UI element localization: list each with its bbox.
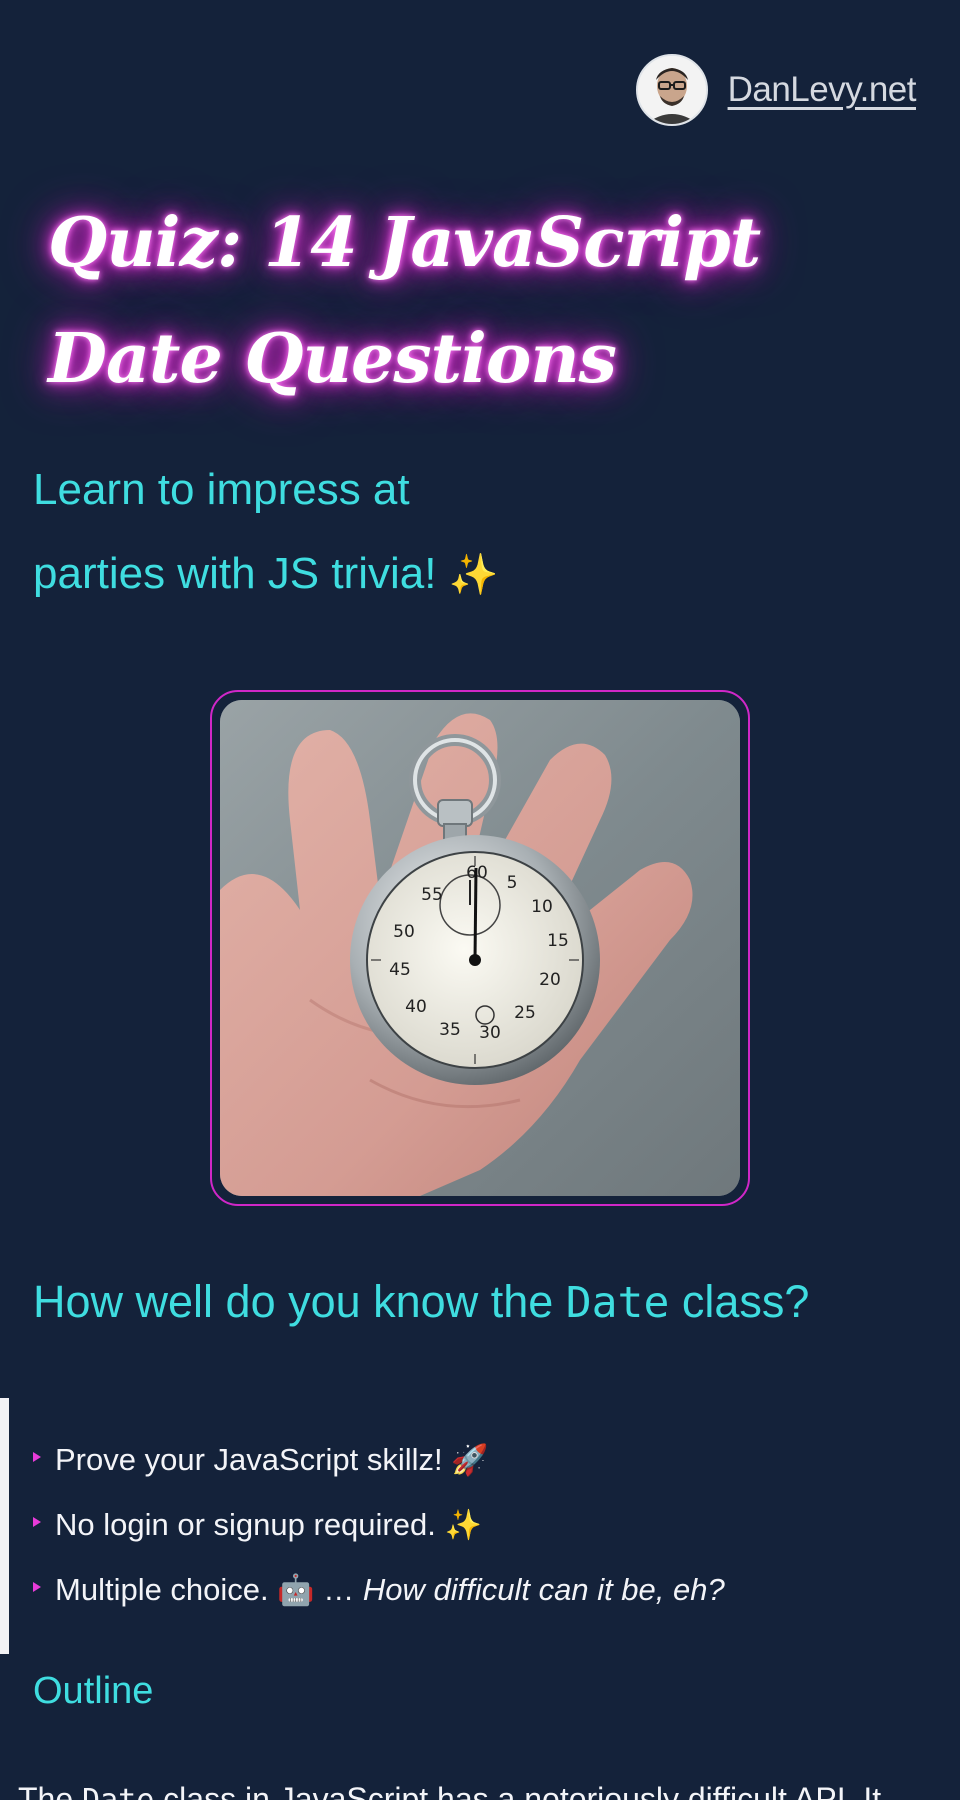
- title-line-2: Date Questions: [48, 319, 617, 399]
- heading-text-before: How well do you know the: [33, 1276, 566, 1327]
- dial-number: 25: [514, 1003, 536, 1023]
- intro-text-after: class in JavaScript has a notoriously di…: [154, 1781, 882, 1800]
- rocket-icon: 🚀: [451, 1443, 489, 1478]
- page-subtitle: Learn to impress at parties with JS triv…: [33, 448, 653, 617]
- list-item: Prove your JavaScript skillz! 🚀: [33, 1440, 900, 1481]
- dial-number: 55: [421, 885, 443, 905]
- list-item-text: Multiple choice.: [55, 1572, 269, 1607]
- list-item-text: Prove your JavaScript skillz!: [55, 1442, 443, 1477]
- dial-number: 10: [531, 897, 553, 917]
- intro-code: Date: [82, 1783, 154, 1800]
- stopwatch-in-hand-photo-icon: 60 5 10 15 20 25 30 35 40 45 50 55: [220, 700, 740, 1196]
- ellipsis-text: …: [314, 1572, 363, 1607]
- site-home-link[interactable]: DanLevy.net: [728, 70, 917, 110]
- features-list: Prove your JavaScript skillz! 🚀 No login…: [0, 1398, 900, 1654]
- bullet-triangle-icon: [33, 1582, 41, 1592]
- page-title: Quiz: 14 JavaScript Date Questions: [48, 185, 808, 417]
- dial-number: 30: [479, 1023, 501, 1043]
- section-heading: How well do you know the Date class?: [33, 1276, 933, 1328]
- dial-number: 5: [507, 873, 518, 893]
- intro-paragraph: The Date class in JavaScript has a notor…: [18, 1778, 948, 1800]
- list-item: No login or signup required. ✨: [33, 1505, 900, 1546]
- bullet-triangle-icon: [33, 1452, 41, 1462]
- person-portrait-icon: [637, 56, 706, 124]
- dial-number: 35: [439, 1020, 461, 1040]
- robot-icon: 🤖: [277, 1573, 315, 1608]
- dial-number: 50: [393, 922, 415, 942]
- heading-code: Date: [565, 1278, 670, 1328]
- bullet-triangle-icon: [33, 1517, 41, 1527]
- heading-text-after: class?: [669, 1276, 810, 1327]
- avatar[interactable]: [635, 54, 708, 126]
- subtitle-line-2: parties with JS trivia!: [33, 549, 437, 598]
- dial-number: 40: [405, 997, 427, 1017]
- hero-image-frame: 60 5 10 15 20 25 30 35 40 45 50 55: [210, 690, 750, 1206]
- stopwatch-photo: 60 5 10 15 20 25 30 35 40 45 50 55: [220, 700, 740, 1196]
- list-item-text: No login or signup required.: [55, 1507, 436, 1542]
- dial-number: 45: [389, 960, 411, 980]
- site-header: DanLevy.net: [635, 54, 917, 126]
- sparkles-icon: ✨: [444, 1508, 482, 1543]
- outline-link[interactable]: Outline: [33, 1670, 153, 1713]
- subtitle-line-1: Learn to impress at: [33, 465, 410, 514]
- dial-number: 15: [547, 931, 569, 951]
- intro-text-before: The: [18, 1781, 83, 1800]
- sparkles-icon: ✨: [448, 553, 499, 597]
- title-line-1: Quiz: 14 JavaScript: [48, 203, 761, 283]
- list-item: Multiple choice. 🤖 … How difficult can i…: [33, 1570, 900, 1611]
- dial-number: 20: [539, 970, 561, 990]
- list-item-italic-text: How difficult can it be, eh?: [362, 1572, 725, 1607]
